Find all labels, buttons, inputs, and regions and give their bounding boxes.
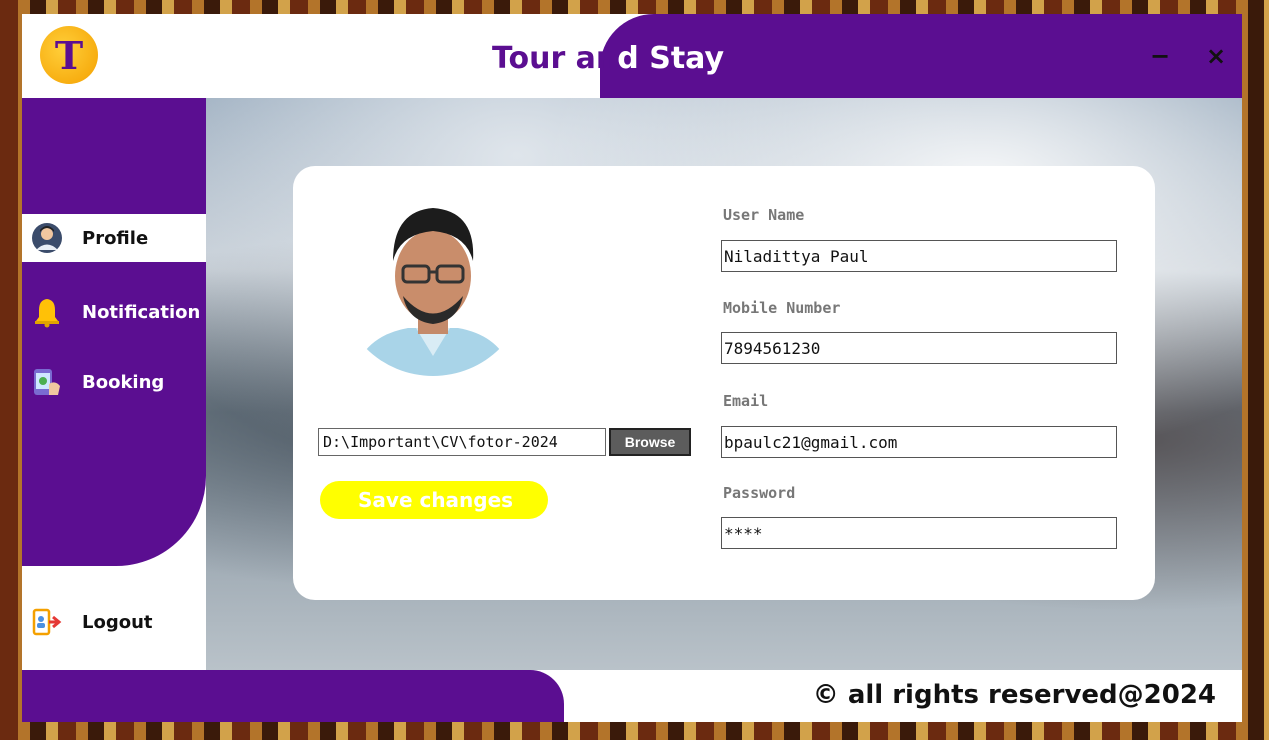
sidebar-item-label: Profile [82,227,149,249]
username-label: User Name [723,206,805,224]
booking-icon [30,365,64,399]
footer-accent [22,670,564,722]
save-changes-button[interactable]: Save changes [320,481,548,519]
close-button[interactable]: × [1206,42,1226,70]
photo-path-input[interactable] [318,428,606,456]
username-field[interactable] [721,240,1117,272]
sidebar-item-notification[interactable]: Notification [22,288,206,336]
profile-card: Browse Save changes User Name Mobile Num… [293,166,1155,600]
footer: © all rights reserved@2024 [22,670,1242,722]
header: T Tour and Stay − × [22,14,1242,98]
logout-button[interactable]: Logout [22,598,206,646]
sidebar-item-profile[interactable]: Profile [22,214,206,262]
app-window: T Tour and Stay − × Profile Notification… [22,14,1242,722]
logout-label: Logout [82,611,153,633]
email-field[interactable] [721,426,1117,458]
sidebar-item-label: Booking [82,371,165,393]
app-title: Tour and Stay [492,41,724,76]
app-title-part2: d Stay [617,41,725,76]
user-avatar-icon [30,221,64,255]
app-title-part1: Tour an [492,41,618,76]
password-label: Password [723,484,796,502]
mobile-field[interactable] [721,332,1117,364]
minimize-button[interactable]: − [1150,42,1170,70]
email-label: Email [723,392,769,410]
logo-letter: T [54,32,84,78]
sidebar-item-booking[interactable]: Booking [22,358,206,406]
browse-button[interactable]: Browse [609,428,691,456]
app-logo: T [40,26,98,84]
password-field[interactable] [721,517,1117,549]
sidebar: Profile Notification Booking Logout [22,98,206,670]
copyright-text: © all rights reserved@2024 [812,680,1216,710]
mobile-label: Mobile Number [723,299,841,317]
logout-icon [30,605,64,639]
bell-icon [30,295,64,329]
profile-photo[interactable] [338,186,528,376]
sidebar-item-label: Notification [82,301,201,323]
